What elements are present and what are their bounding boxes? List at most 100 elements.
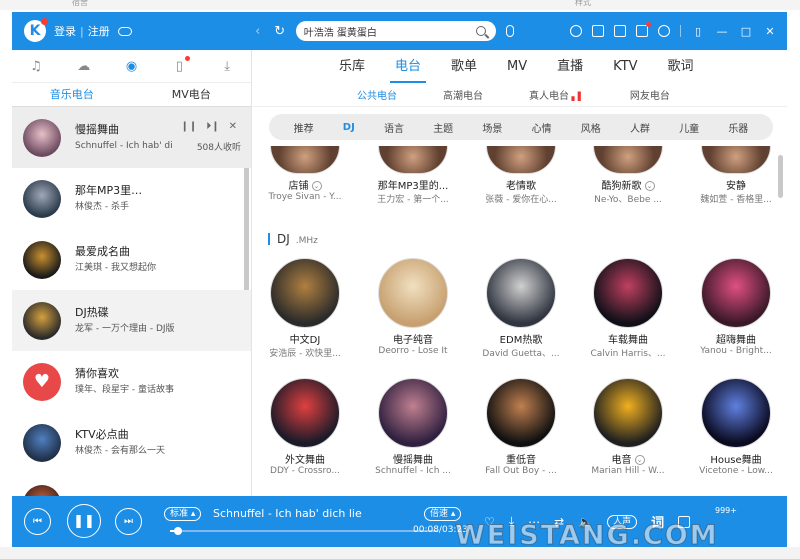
search-input[interactable] <box>303 25 476 37</box>
station-card[interactable]: 老情歌 张薇 - 爱你在心... <box>471 146 571 205</box>
station-card[interactable]: House舞曲 Vicetone - Low... <box>686 378 786 476</box>
station-item[interactable]: 那年MP3里… 林俊杰 - 杀手 <box>12 168 251 229</box>
station-card[interactable]: 重低音 Fall Out Boy - ... <box>471 378 571 476</box>
station-card[interactable]: 店铺 ⌄ Troye Sivan - Y... <box>255 146 355 202</box>
station-card-name: 店铺 ⌄ <box>255 177 355 192</box>
station-item[interactable]: 最爱成名曲 江美琪 - 我又想起你 <box>12 229 251 290</box>
station-cover[interactable] <box>486 258 556 328</box>
station-card[interactable]: 车载舞曲 Calvin Harris、... <box>578 258 678 359</box>
station-cover[interactable] <box>378 146 448 174</box>
title-bar: K 登录 | 注册 ‹ ↻ ▯ — □ ✕ <box>12 12 787 50</box>
category-tab[interactable]: 语言 <box>384 120 404 135</box>
station-cover[interactable] <box>486 378 556 448</box>
category-tab[interactable]: DJ <box>343 122 355 133</box>
station-card[interactable]: 安静 魏如萱 - 香格里... <box>686 146 786 205</box>
station-cover[interactable] <box>270 258 340 328</box>
next-icon[interactable]: ⏭ <box>115 508 142 535</box>
skin-shirt-icon[interactable] <box>636 22 651 37</box>
mini-mode-icon[interactable]: ▯ <box>691 25 705 38</box>
download-icon[interactable]: ⤓ <box>220 59 234 74</box>
station-close-icon[interactable]: ✕ <box>229 121 237 132</box>
station-card-name: EDM热歌 <box>471 331 571 346</box>
app-window: 宿舍 样式 K 登录 | 注册 ‹ ↻ ▯ — □ ✕ <box>0 0 800 559</box>
station-card-name: 电音 ⌄ <box>578 451 678 466</box>
station-card-name: 重低音 <box>471 451 571 466</box>
station-card[interactable]: 超嗨舞曲 Yanou - Bright... <box>686 258 786 356</box>
station-cover[interactable] <box>701 258 771 328</box>
refresh-icon[interactable]: ↻ <box>272 23 288 39</box>
station-cover[interactable] <box>701 146 771 174</box>
station-cover[interactable] <box>378 258 448 328</box>
settings-gear-icon[interactable] <box>658 25 670 37</box>
dropdown-icon[interactable]: ⌄ <box>634 455 645 465</box>
station-cover[interactable] <box>593 378 663 448</box>
station-cover[interactable] <box>270 378 340 448</box>
station-card-name: 外文舞曲 <box>255 451 355 466</box>
station-next-icon[interactable]: ⏵❙ <box>206 121 219 132</box>
category-tab[interactable]: 场景 <box>482 120 502 135</box>
station-card[interactable]: 慢摇舞曲 Schnuffel - Ich ... <box>363 378 463 476</box>
search-icon[interactable] <box>475 26 486 36</box>
previous-icon[interactable]: ⏮ <box>24 508 51 535</box>
tab-music-radio[interactable]: 音乐电台 <box>12 83 132 106</box>
message-icon[interactable] <box>614 25 626 37</box>
close-icon[interactable]: ✕ <box>763 25 777 38</box>
tab-mv-radio[interactable]: MV电台 <box>132 83 252 106</box>
register-link[interactable]: 注册 <box>88 23 110 39</box>
apps-grid-icon[interactable] <box>592 25 604 37</box>
phone-icon[interactable]: ▯ <box>172 56 191 74</box>
voice-search-icon[interactable] <box>505 25 514 37</box>
logo-letter: K <box>29 23 41 39</box>
speed-button[interactable]: 倍速 ▴ <box>424 507 462 521</box>
progress-knob[interactable] <box>174 527 183 535</box>
station-item[interactable]: KTV必点曲 林俊杰 - 会有那么一天 <box>12 412 251 473</box>
minimize-icon[interactable]: — <box>715 25 729 38</box>
station-card[interactable]: 电音 ⌄ Marian Hill - W... <box>578 378 678 476</box>
station-cover[interactable] <box>593 146 663 174</box>
cloud-icon[interactable]: ☁ <box>77 59 91 74</box>
dropdown-icon[interactable]: ⌄ <box>644 181 655 191</box>
station-item[interactable]: 酷狗热歌 <box>12 473 251 496</box>
station-cover[interactable] <box>486 146 556 174</box>
station-card[interactable]: EDM热歌 David Guetta、... <box>471 258 571 359</box>
category-tab[interactable]: 主题 <box>433 120 453 135</box>
station-cover[interactable] <box>593 258 663 328</box>
strip-right-label: 样式 <box>575 0 591 7</box>
category-tab[interactable]: 乐器 <box>728 120 748 135</box>
login-link[interactable]: 登录 <box>54 23 76 39</box>
station-item[interactable]: ♥ 猜你喜欢 璞年、段星宇 - 童话故事 <box>12 351 251 412</box>
main-scrollbar[interactable] <box>778 155 783 198</box>
station-title: 慢摇舞曲 <box>75 122 119 136</box>
kugou-logo-icon[interactable]: K <box>24 18 48 42</box>
maximize-icon[interactable]: □ <box>739 25 753 38</box>
cloud-sync-icon[interactable] <box>117 26 132 36</box>
category-tab[interactable]: 人群 <box>630 120 650 135</box>
dropdown-icon[interactable]: ⌄ <box>311 181 322 191</box>
category-tab[interactable]: 风格 <box>581 120 601 135</box>
station-card[interactable]: 外文舞曲 DDY - Crossro... <box>255 378 355 476</box>
station-subtitle: 林俊杰 - 杀手 <box>75 201 129 212</box>
station-card[interactable]: 中文DJ 安浩辰 - 欢快里... <box>255 258 355 359</box>
category-tab[interactable]: 儿童 <box>679 120 699 135</box>
station-avatar <box>23 423 61 462</box>
back-icon[interactable]: ‹ <box>250 23 266 39</box>
station-card-sub: Vicetone - Low... <box>699 466 773 476</box>
station-cover[interactable] <box>378 378 448 448</box>
quality-button[interactable]: 标准 ▴ <box>164 507 202 521</box>
station-card[interactable]: 电子纯音 Deorro - Lose It <box>363 258 463 356</box>
progress-bar[interactable] <box>170 527 438 535</box>
station-pause-icon[interactable]: ❙❙ <box>180 121 197 132</box>
category-tab[interactable]: 心情 <box>532 120 552 135</box>
station-cover[interactable] <box>270 146 340 174</box>
pause-icon[interactable]: ❚❚ <box>67 504 101 538</box>
radio-broadcast-icon[interactable]: ◉ <box>124 59 138 74</box>
category-tab[interactable]: 推荐 <box>294 120 314 135</box>
music-note-icon[interactable]: ♫ <box>29 59 43 74</box>
station-card[interactable]: 那年MP3里的... 王力宏 - 第一个... <box>363 146 463 205</box>
station-card-sub: DDY - Crossro... <box>270 466 340 476</box>
station-item[interactable]: DJ热碟 龙军 - 一万个理由 - DJ版 <box>12 290 251 351</box>
station-card[interactable]: 酷狗新歌 ⌄ Ne-Yo、Bebe ... <box>578 146 678 205</box>
station-item[interactable]: 慢摇舞曲 Schnuffel - Ich hab' di ❙❙ ⏵❙ ✕ 508人收听 <box>12 107 251 168</box>
station-cover[interactable] <box>701 378 771 448</box>
game-icon[interactable] <box>570 25 582 37</box>
